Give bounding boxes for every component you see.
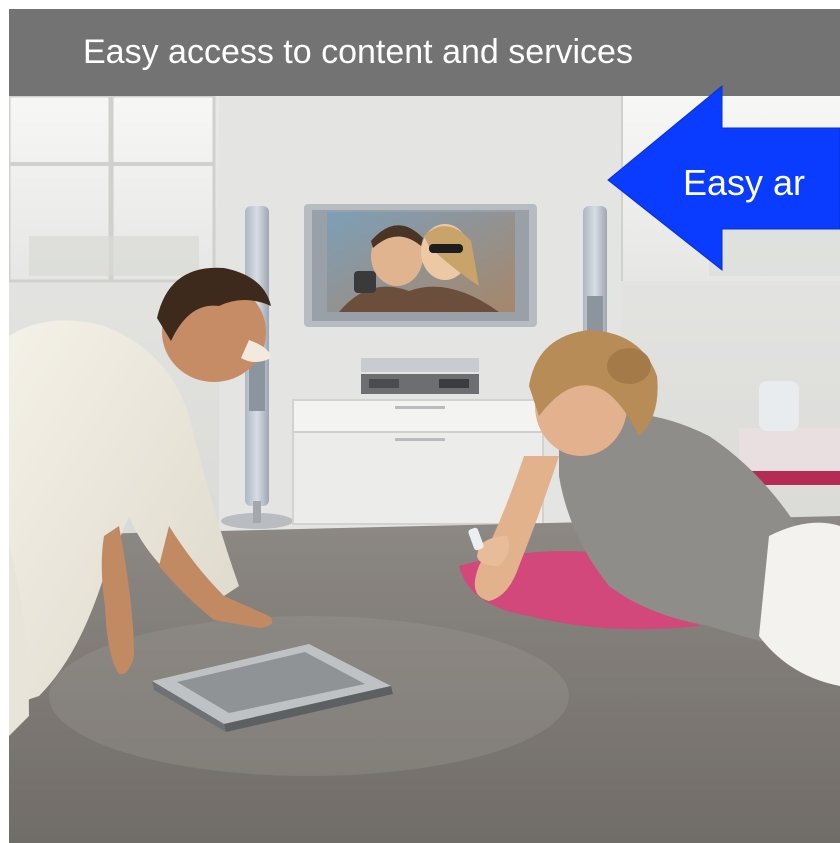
slide-title: Easy access to content and services	[83, 33, 633, 71]
living-room-photo	[9, 96, 840, 843]
slide-title-bar: Easy access to content and services	[9, 9, 840, 96]
slide: Easy access to content and services Easy…	[0, 0, 840, 843]
slide-frame: Easy access to content and services	[9, 9, 840, 843]
